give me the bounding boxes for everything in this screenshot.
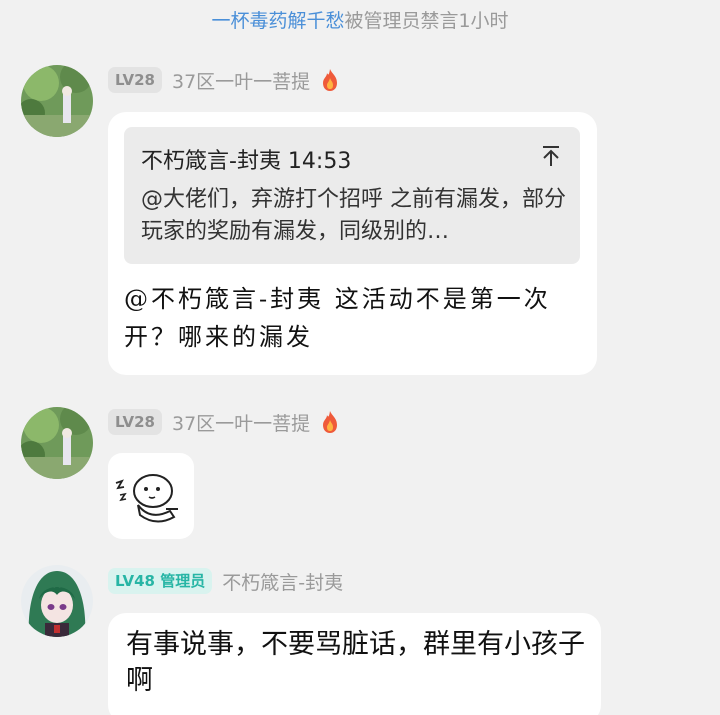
chat-page: 一杯毒药解千愁被管理员禁言1小时 LV28 37区一叶一菩提 不朽箴言-封夷 1… xyxy=(0,0,720,715)
message-bubble[interactable]: 有事说事，不要骂脏话，群里有小孩子啊 xyxy=(108,613,601,715)
flame-icon xyxy=(323,69,338,91)
quoted-message[interactable]: 不朽箴言-封夷 14:53 @大佬们，弃游打个招呼 之前有漏发，部分玩家的奖励有… xyxy=(124,127,580,264)
level-badge: LV28 xyxy=(108,409,162,435)
avatar[interactable] xyxy=(21,65,93,137)
flame-icon xyxy=(323,411,338,433)
muted-username-link[interactable]: 一杯毒药解千愁 xyxy=(211,10,344,32)
sender-meta: LV28 37区一叶一菩提 xyxy=(108,66,340,94)
avatar[interactable] xyxy=(21,407,93,479)
sender-name[interactable]: 37区一叶一菩提 xyxy=(172,409,310,436)
quote-author-time: 不朽箴言-封夷 14:53 xyxy=(141,149,352,174)
jump-to-original-icon[interactable] xyxy=(540,145,562,167)
sleeping-blob-sticker xyxy=(115,474,178,523)
message-text: @不朽箴言-封夷 这活动不是第一次开？哪来的漏发 xyxy=(124,285,551,351)
level-admin-badge: LV48 管理员 xyxy=(108,568,213,594)
message-text: 有事说事，不要骂脏话，群里有小孩子啊 xyxy=(126,629,585,696)
sender-meta: LV28 37区一叶一菩提 xyxy=(108,408,340,436)
quote-text: @大佬们，弃游打个招呼 之前有漏发，部分玩家的奖励有漏发，同级别的… xyxy=(141,187,566,244)
notice-text: 被管理员禁言1小时 xyxy=(344,10,509,32)
sticker-message[interactable] xyxy=(108,453,194,539)
sender-meta: LV48 管理员 不朽箴言-封夷 xyxy=(108,567,343,595)
avatar[interactable] xyxy=(21,565,93,637)
message-bubble[interactable]: 不朽箴言-封夷 14:53 @大佬们，弃游打个招呼 之前有漏发，部分玩家的奖励有… xyxy=(108,112,597,375)
sender-name[interactable]: 不朽箴言-封夷 xyxy=(222,568,343,595)
role-label: 管理员 xyxy=(160,572,206,590)
sender-name[interactable]: 37区一叶一菩提 xyxy=(172,67,310,94)
system-notice: 一杯毒药解千愁被管理员禁言1小时 xyxy=(0,6,720,33)
level-badge: LV28 xyxy=(108,67,162,93)
level-label: LV48 xyxy=(115,572,155,590)
